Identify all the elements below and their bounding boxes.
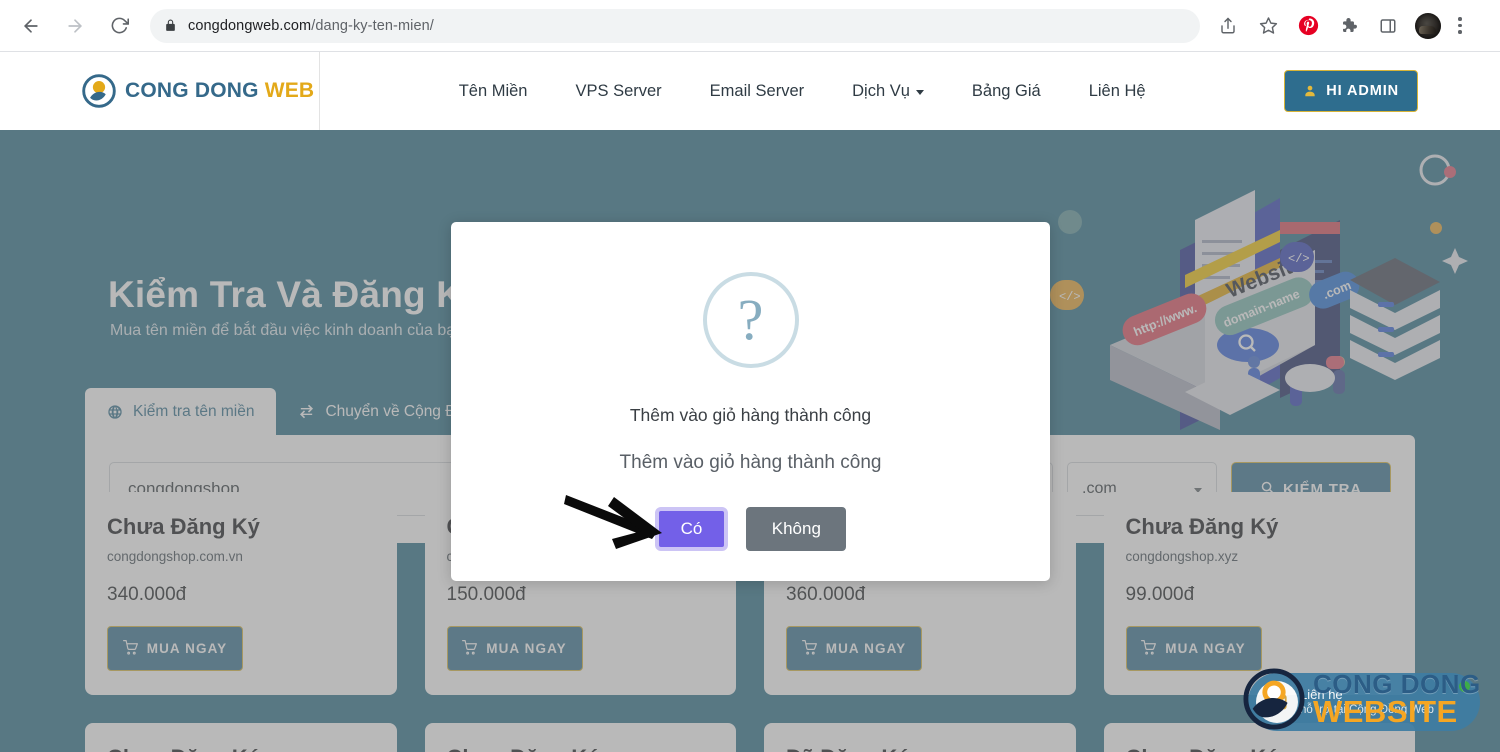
reload-icon[interactable] bbox=[102, 9, 136, 43]
browser-toolbar: congdongweb.com/dang-ky-ten-mien/ bbox=[0, 0, 1500, 52]
browser-tool-icons bbox=[1208, 11, 1482, 41]
confirm-button[interactable]: Có bbox=[654, 507, 729, 551]
nav-label: Tên Miền bbox=[458, 81, 528, 100]
address-bar-text: congdongweb.com/dang-ky-ten-mien/ bbox=[188, 18, 434, 34]
url-path: /dang-ky-ten-mien/ bbox=[311, 17, 434, 34]
admin-button-label: HI ADMIN bbox=[1326, 83, 1399, 99]
share-icon[interactable] bbox=[1213, 11, 1243, 41]
cancel-button-label: Không bbox=[771, 519, 821, 538]
site-logo[interactable]: CONG DONG WEB bbox=[0, 52, 320, 130]
nav-label: Bảng Giá bbox=[971, 81, 1041, 100]
main-navigation: Tên Miền VPS Server Email Server Dịch Vụ… bbox=[320, 82, 1284, 101]
confirm-button-label: Có bbox=[680, 519, 703, 538]
nav-label: Liên Hệ bbox=[1088, 81, 1146, 100]
cancel-button[interactable]: Không bbox=[746, 507, 847, 551]
admin-account-button[interactable]: HI ADMIN bbox=[1284, 70, 1418, 112]
envelope-icon bbox=[1256, 681, 1298, 723]
nav-label: VPS Server bbox=[575, 81, 662, 100]
online-dot bbox=[1459, 681, 1470, 692]
logo-accent: WEB bbox=[264, 79, 315, 102]
contact-line-1: Liên hệ bbox=[1300, 686, 1343, 702]
avatar[interactable] bbox=[1415, 12, 1441, 39]
star-icon[interactable] bbox=[1253, 11, 1283, 41]
confirm-modal: ? Thêm vào giỏ hàng thành công Thêm vào … bbox=[451, 222, 1050, 581]
cong-dong-web-logo-icon bbox=[82, 74, 116, 108]
contact-widget-text: Liên hệ hỗ trợ tại Cộng Đồng Web bbox=[1300, 687, 1434, 718]
pinterest-icon[interactable] bbox=[1293, 11, 1323, 41]
forward-icon[interactable] bbox=[58, 9, 92, 43]
site-logo-text: CONG DONG WEB bbox=[125, 79, 314, 103]
contact-line-2: hỗ trợ tại Cộng Đồng Web bbox=[1300, 703, 1434, 716]
side-panel-icon[interactable] bbox=[1373, 11, 1403, 41]
question-mark-glyph: ? bbox=[737, 287, 764, 352]
chevron-down-icon bbox=[915, 90, 924, 95]
user-icon bbox=[1303, 84, 1317, 98]
url-domain: congdongweb.com bbox=[188, 17, 312, 34]
nav-item-lien-he[interactable]: Liên Hệ bbox=[1089, 82, 1146, 101]
modal-title: Thêm vào giỏ hàng thành công bbox=[629, 405, 872, 425]
nav-label: Email Server bbox=[709, 81, 805, 100]
nav-item-vps-server[interactable]: VPS Server bbox=[575, 82, 661, 101]
lock-icon bbox=[164, 19, 177, 32]
nav-item-ten-mien[interactable]: Tên Miền bbox=[459, 82, 528, 101]
modal-actions: Có Không bbox=[654, 507, 847, 551]
nav-label: Dịch Vụ bbox=[852, 81, 910, 100]
kebab-menu-icon[interactable] bbox=[1448, 14, 1472, 38]
question-mark-icon: ? bbox=[702, 272, 799, 368]
logo-primary: CONG DONG bbox=[125, 79, 259, 102]
modal-message: Thêm vào giỏ hàng thành công bbox=[619, 452, 882, 473]
screenshot-root: congdongweb.com/dang-ky-ten-mien/ CONG D… bbox=[0, 0, 1500, 752]
nav-item-bang-gia[interactable]: Bảng Giá bbox=[972, 82, 1041, 101]
site-header: CONG DONG WEB Tên Miền VPS Server Email … bbox=[0, 52, 1500, 130]
contact-support-widget[interactable]: Liên hệ hỗ trợ tại Cộng Đồng Web bbox=[1248, 673, 1480, 731]
address-bar[interactable]: congdongweb.com/dang-ky-ten-mien/ bbox=[150, 8, 1200, 43]
puzzle-piece-icon[interactable] bbox=[1333, 11, 1363, 41]
nav-item-email-server[interactable]: Email Server bbox=[710, 82, 804, 101]
nav-item-dich-vu[interactable]: Dịch Vụ bbox=[852, 82, 924, 101]
back-icon[interactable] bbox=[14, 9, 48, 43]
